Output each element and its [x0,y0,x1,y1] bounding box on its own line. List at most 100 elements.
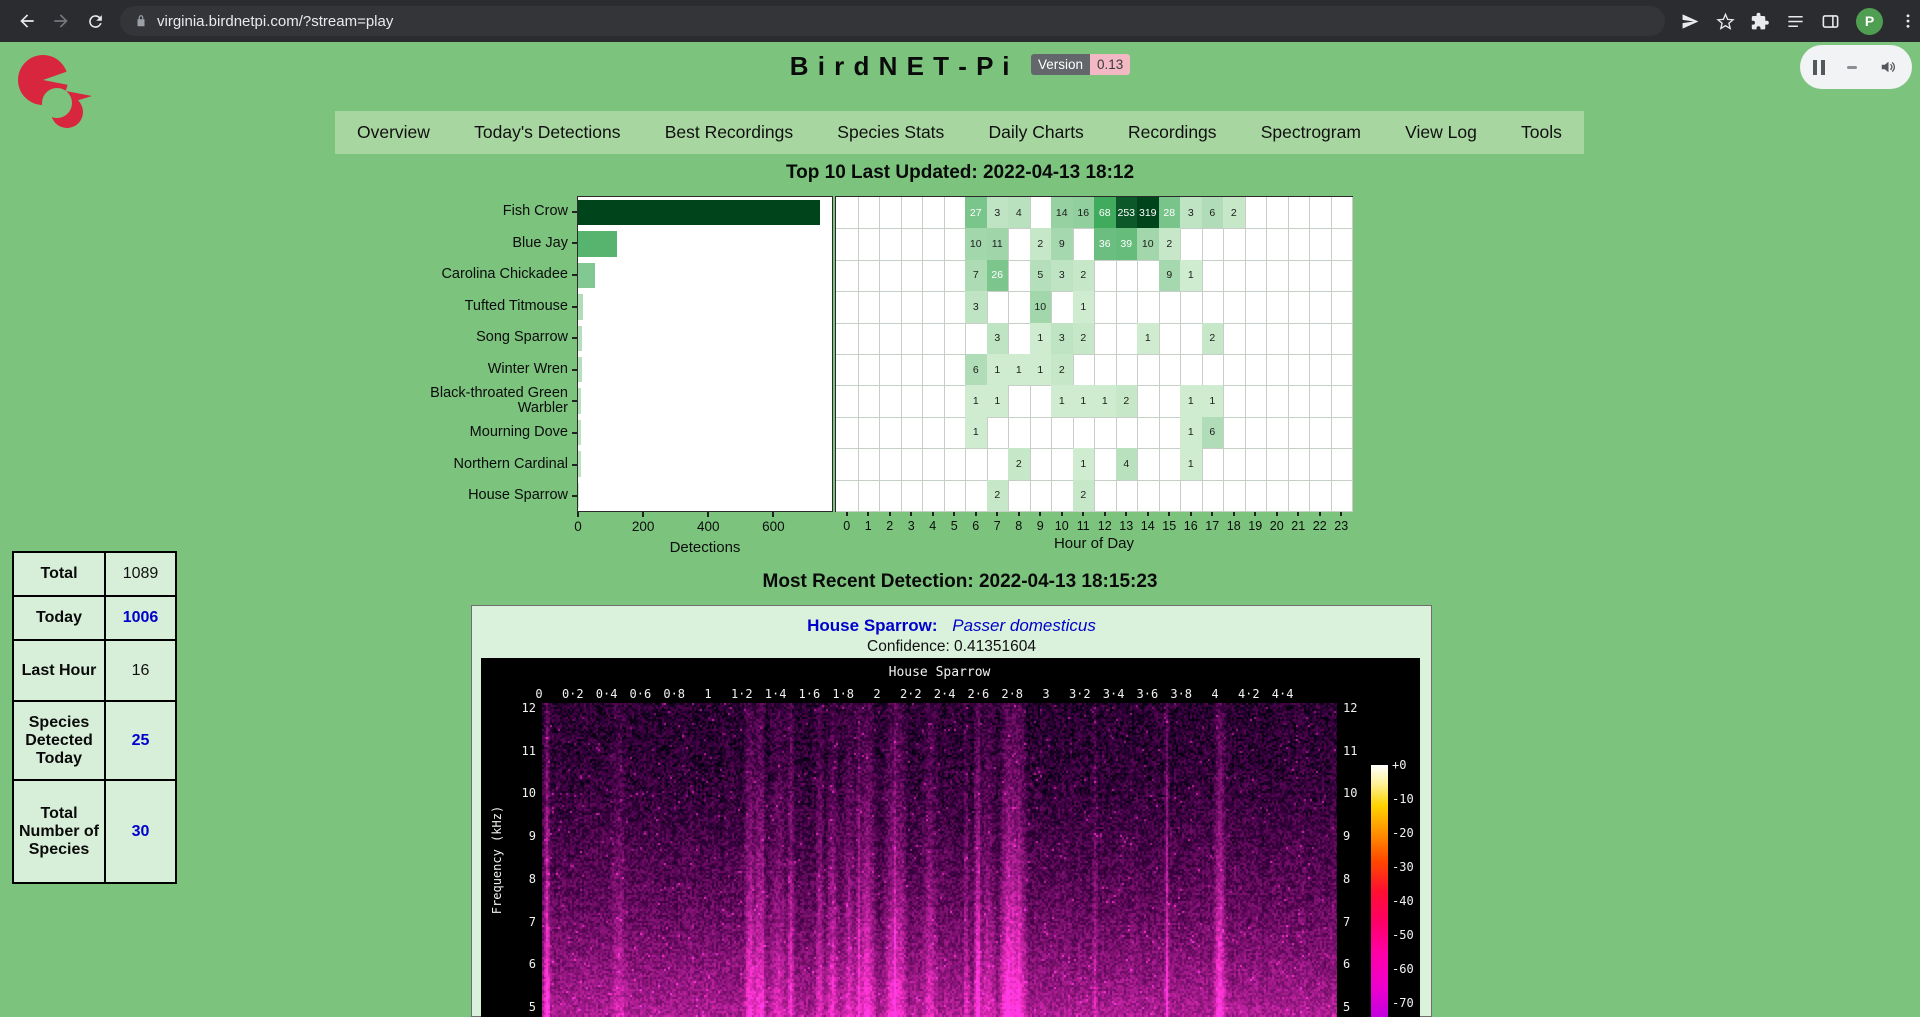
heatmap-cell: 6 [1202,417,1225,449]
heatmap-cell: 10 [1137,228,1160,260]
detection-species-line: House Sparrow: Passer domesticus [471,616,1432,636]
nav-item-recordings[interactable]: Recordings [1124,122,1221,143]
species-label: Fish Crow [392,196,568,228]
nav-item-tools[interactable]: Tools [1517,122,1566,143]
heatmap-cell [901,228,924,260]
bar [578,451,581,476]
stats-value[interactable]: 25 [105,701,176,780]
heatmap-cell [922,480,945,512]
bar [578,357,582,382]
hour-axis-tick-label: 13 [1119,519,1133,533]
hour-axis-tick [1319,512,1321,516]
hour-axis-tick [1082,512,1084,516]
heatmap-cell [1202,291,1225,323]
seek-dot[interactable] [1847,66,1857,69]
stats-value[interactable]: 30 [105,780,176,883]
spectrogram-x-tick: 0·8 [663,687,685,701]
heatmap-cell: 68 [1094,197,1117,229]
heatmap-cell [987,448,1010,480]
nav-item-spectrogram[interactable]: Spectrogram [1257,122,1365,143]
heatmap-cell [1137,354,1160,386]
reading-list-icon[interactable] [1786,12,1805,31]
heatmap-cell [1309,417,1332,449]
heatmap-cell [1245,417,1268,449]
extensions-puzzle-icon[interactable] [1751,12,1770,31]
spectrogram-canvas [542,703,1337,1017]
nav-item-best-recordings[interactable]: Best Recordings [661,122,797,143]
nav-item-species-stats[interactable]: Species Stats [833,122,948,143]
heatmap-cell [1245,260,1268,292]
heatmap-cell [901,323,924,355]
heatmap-cell: 9 [1051,228,1074,260]
spectrogram-y-tick: 11 [498,744,536,758]
spectrogram-x-tick: 0 [535,687,542,701]
heatmap-cell [944,291,967,323]
hour-axis-name: Hour of Day [1054,535,1134,552]
nav-item-overview[interactable]: Overview [353,122,434,143]
nav-item-view-log[interactable]: View Log [1401,122,1481,143]
audio-player[interactable] [1800,45,1912,89]
heatmap-cell [1030,197,1053,229]
row-tick [572,432,577,434]
heatmap-cell [901,291,924,323]
heatmap-cell [901,480,924,512]
heatmap-cell: 2 [1159,228,1182,260]
pause-icon[interactable] [1813,60,1825,75]
heatmap-cell [1051,480,1074,512]
page-header: B i r d N E T - P i Version0.13 [0,51,1920,82]
heatmap-cell [1180,228,1203,260]
forward-button[interactable] [44,4,78,38]
menu-kebab-icon[interactable] [1899,12,1917,30]
row-tick [572,464,577,466]
detection-common-name[interactable]: House Sparrow: [807,616,937,635]
hour-axis-tick-label: 3 [908,519,915,533]
heatmap-cell [1245,291,1268,323]
heatmap-cell [836,354,859,386]
side-panel-icon[interactable] [1821,12,1840,31]
reload-button[interactable] [78,4,112,38]
species-label: Winter Wren [392,354,568,386]
heatmap-cell [1245,197,1268,229]
heatmap-cell [1094,323,1117,355]
heatmap-cell [858,354,881,386]
heatmap-cell [858,480,881,512]
heatmap-cell [1266,354,1289,386]
volume-icon[interactable] [1878,58,1899,76]
url-bar[interactable]: virginia.birdnetpi.com/?stream=play [120,6,1665,36]
heatmap-cell: 1 [1073,291,1096,323]
heatmap-cell [944,385,967,417]
version-value: 0.13 [1090,54,1130,75]
heatmap-cell: 2 [1030,228,1053,260]
hour-axis-tick [846,512,848,516]
heatmap-cell: 1 [1051,385,1074,417]
spectrogram-y-tick: 5 [498,1000,536,1014]
nav-item-daily-charts[interactable]: Daily Charts [985,122,1088,143]
heatmap-cell [901,354,924,386]
spectrogram-y-tick-right: 12 [1343,701,1357,715]
version-badge: Version0.13 [1031,56,1130,73]
top10-heading: Top 10 Last Updated: 2022-04-13 18:12 [0,162,1920,184]
send-icon[interactable] [1681,12,1700,31]
back-button[interactable] [10,4,44,38]
heatmap-cell [1008,417,1031,449]
heatmap-cell [858,448,881,480]
nav-item-today-s-detections[interactable]: Today's Detections [470,122,624,143]
hour-axis-tick-label: 21 [1291,519,1305,533]
bar-axis-tick [577,512,579,517]
heatmap-cell: 6 [965,354,988,386]
spectrogram-x-tick: 0·6 [630,687,652,701]
spectrogram-x-tick: 2 [873,687,880,701]
heatmap-cell [1309,323,1332,355]
heatmap-cell: 1 [1073,448,1096,480]
stats-value[interactable]: 1006 [105,596,176,640]
row-tick [572,274,577,276]
hour-axis-tick-label: 18 [1227,519,1241,533]
heatmap-cell: 3 [1051,260,1074,292]
bookmark-star-icon[interactable] [1716,12,1735,31]
spectrogram-x-tick: 4·2 [1238,687,1260,701]
heatmap-cell: 1 [1202,385,1225,417]
spectrogram-y-tick: 8 [498,872,536,886]
heatmap-cell [987,291,1010,323]
heatmap-cell: 3 [1180,197,1203,229]
profile-avatar[interactable]: P [1856,8,1883,35]
